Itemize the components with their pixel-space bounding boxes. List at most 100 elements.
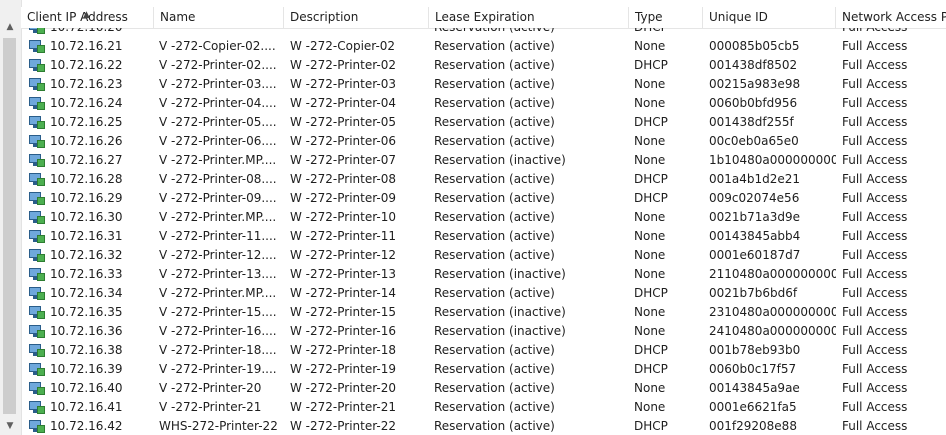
cell-nap: Full Access [842,286,908,300]
reservation-icon [29,230,45,243]
table-row[interactable]: 10.72.16.31 V -272-Printer-11.... W -272-P… [21,227,946,246]
cell-name [159,28,284,37]
reservation-icon [29,116,45,129]
reservation-icon [29,135,45,148]
table-row[interactable]: 10.72.16.33 V -272-Printer-13.... W -272-P… [21,265,946,284]
table-row[interactable]: 10.72.16.35 V -272-Printer-15.... W -272-P… [21,303,946,322]
table-row[interactable]: 10.72.16.30 V -272-Printer.MP.... W -272-P… [21,208,946,227]
cell-nap: Full Access [842,210,908,224]
cell-desc: W -272-Printer-09 [290,191,396,205]
cell-ip: 10.72.16.35 [50,305,123,319]
cell-ip: 10.72.16.31 [50,229,123,243]
table-row[interactable]: 10.72.16.40 V -272-Printer-20 W -272-Print… [21,379,946,398]
cell-uid: 00215a983e98 [709,77,801,91]
cell-type: DHCP [634,115,668,129]
scroll-thumb[interactable] [3,38,16,414]
column-header-label: Client IP Address [27,10,128,24]
column-header-description[interactable]: Description [284,7,429,28]
cell-desc: W -272-Printer-05 [290,115,396,129]
cell-name: V -272-Printer-02.... [159,58,277,72]
reservation-icon [29,287,45,300]
table-row[interactable]: 10.72.16.32 V -272-Printer-12.... W -272-P… [21,246,946,265]
cell-desc: W -272-Printer-11 [290,229,396,243]
reservation-icon [29,249,45,262]
cell-desc: W -272-Printer-12 [290,248,396,262]
scroll-up-icon[interactable]: ▲ [2,19,18,35]
cell-ip: 10.72.16.25 [50,115,123,129]
cell-desc: W -272-Printer-15 [290,305,396,319]
cell-name: V -272-Printer-09.... [159,191,277,205]
column-header-type[interactable]: Type [629,7,703,28]
table-row[interactable]: 10.72.16.42 WHS-272-Printer-22 W -272-Prin… [21,417,946,435]
cell-type: None [634,400,666,414]
column-header-lease-expiration[interactable]: Lease Expiration [429,7,629,28]
table-row[interactable]: 10.72.16.38 V -272-Printer-18.... W -272-P… [21,341,946,360]
lease-list: 10.72.16.20 Reservation (active) DHCP Full … [21,28,946,435]
cell-lease: Reservation (active) [434,362,555,376]
cell-ip: 10.72.16.21 [50,39,123,53]
cell-lease: Reservation (active) [434,115,555,129]
cell-uid: 0001e6621fa5 [709,400,797,414]
table-row[interactable]: 10.72.16.23 V -272-Printer-03.... W -272-P… [21,75,946,94]
reservation-icon [29,154,45,167]
cell-type: DHCP [634,172,668,186]
reservation-icon [29,173,45,186]
column-header-label: Network Access Pro [842,10,946,24]
cell-name: V -272-Printer-05.... [159,115,277,129]
cell-name: V -272-Printer-04.... [159,96,277,110]
column-header-unique-id[interactable]: Unique ID [703,7,836,28]
cell-nap: Full Access [842,267,908,281]
cell-desc: W -272-Printer-02 [290,58,396,72]
table-row[interactable]: 10.72.16.29 V -272-Printer-09.... W -272-P… [21,189,946,208]
reservation-icon [29,28,45,34]
cell-type: None [634,134,666,148]
table-row[interactable]: 10.72.16.36 V -272-Printer-16.... W -272-P… [21,322,946,341]
cell-ip: 10.72.16.28 [50,172,123,186]
cell-ip: 10.72.16.26 [50,134,123,148]
cell-lease: Reservation (active) [434,343,555,357]
cell-uid: 0021b7b6bd6f [709,286,798,300]
cell-ip: 10.72.16.32 [50,248,123,262]
table-row[interactable]: 10.72.16.34 V -272-Printer.MP.... W -272-P… [21,284,946,303]
cell-lease: Reservation (active) [434,28,629,37]
table-row[interactable]: 10.72.16.25 V -272-Printer-05.... W -272-P… [21,113,946,132]
table-row[interactable]: 10.72.16.22 V -272-Printer-02.... W -272-P… [21,56,946,75]
table-row[interactable]: 10.72.16.21 V -272-Copier-02.... W -272-Co… [21,37,946,56]
reservation-icon [29,78,45,91]
cell-ip: 10.72.16.36 [50,324,123,338]
table-row[interactable]: 10.72.16.39 V -272-Printer-19.... W -272-P… [21,360,946,379]
reservation-icon [29,97,45,110]
column-header-name[interactable]: Name [154,7,284,28]
cell-name: V -272-Printer-12.... [159,248,277,262]
reservation-icon [29,420,45,433]
cell-uid: 2410480a0000000000 [709,324,836,338]
column-header-client-ip[interactable]: Client IP Address ▲ [21,7,154,28]
column-header-network-access[interactable]: Network Access Pro [836,7,946,28]
cell-desc: W -272-Printer-20 [290,381,396,395]
column-header-label: Lease Expiration [435,10,535,24]
cell-name: V -272-Printer-13.... [159,267,277,281]
cell-uid: 0060b0c17f57 [709,362,797,376]
cell-desc: W -272-Printer-04 [290,96,396,110]
table-row[interactable]: 10.72.16.20 Reservation (active) DHCP Full … [21,28,946,37]
table-row[interactable]: 10.72.16.27 V -272-Printer.MP.... W -272-P… [21,151,946,170]
column-header-label: Type [635,10,663,24]
table-row[interactable]: 10.72.16.28 V -272-Printer-08.... W -272-P… [21,170,946,189]
table-row[interactable]: 10.72.16.41 V -272-Printer-21 W -272-Print… [21,398,946,417]
cell-type: None [634,153,666,167]
cell-nap: Full Access [842,400,908,414]
table-row[interactable]: 10.72.16.26 V -272-Printer-06.... W -272-P… [21,132,946,151]
table-row[interactable]: 10.72.16.24 V -272-Printer-04.... W -272-P… [21,94,946,113]
cell-type: None [634,96,666,110]
cell-ip: 10.72.16.24 [50,96,123,110]
cell-nap: Full Access [842,172,908,186]
cell-lease: Reservation (inactive) [434,153,566,167]
cell-desc: W -272-Printer-21 [290,400,396,414]
cell-type: DHCP [634,28,703,37]
scroll-down-icon[interactable]: ▼ [2,418,18,434]
cell-type: None [634,381,666,395]
cell-lease: Reservation (active) [434,134,555,148]
cell-lease: Reservation (inactive) [434,324,566,338]
vertical-scrollbar[interactable]: ▲ ▼ [0,0,22,435]
reservation-icon [29,363,45,376]
